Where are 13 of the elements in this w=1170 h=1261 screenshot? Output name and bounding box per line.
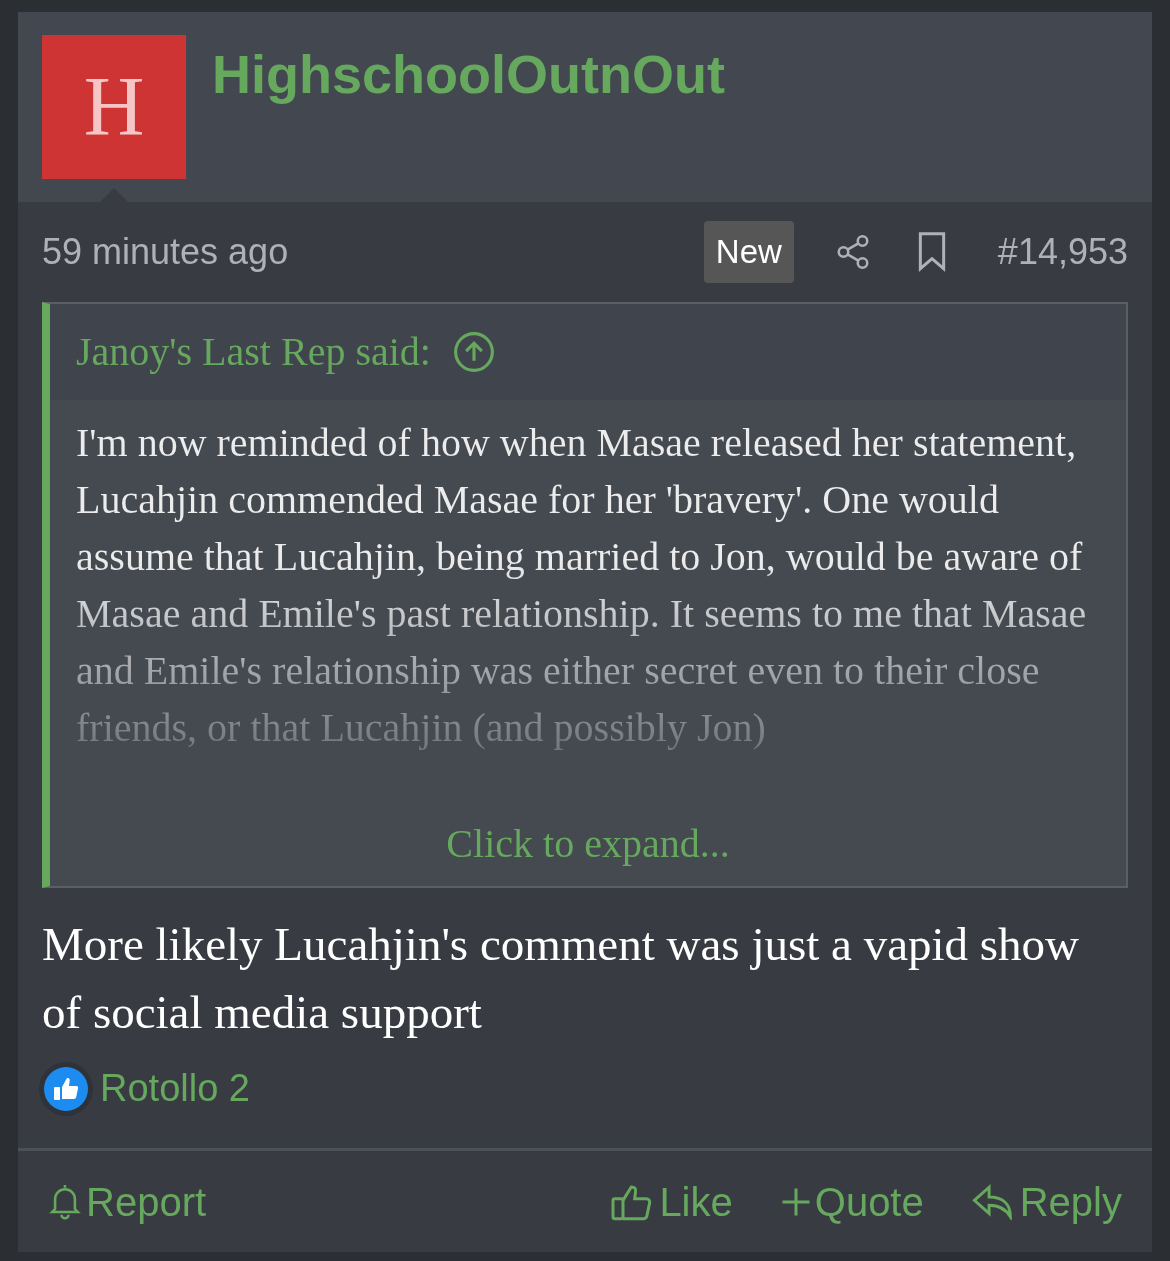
plus-icon	[780, 1186, 811, 1217]
report-button[interactable]: Report	[48, 1171, 207, 1232]
post-message: More likely Lucahjin's comment was just a vapid show of social media support	[41, 917, 1081, 1040]
avatar[interactable]: H	[42, 35, 186, 179]
reaction-users-link[interactable]: Rotollo 2	[100, 1060, 250, 1117]
new-label: New	[703, 221, 794, 283]
like-reaction-icon	[38, 1060, 94, 1117]
post-number-link[interactable]: #14,953	[997, 225, 1128, 279]
expand-link[interactable]: Click to expand...	[446, 824, 730, 864]
like-button[interactable]: Like	[611, 1171, 733, 1232]
post-time[interactable]: 59 minutes ago	[42, 225, 289, 279]
quote-button[interactable]: Quote	[780, 1171, 924, 1232]
reply-button[interactable]: Reply	[971, 1171, 1122, 1232]
